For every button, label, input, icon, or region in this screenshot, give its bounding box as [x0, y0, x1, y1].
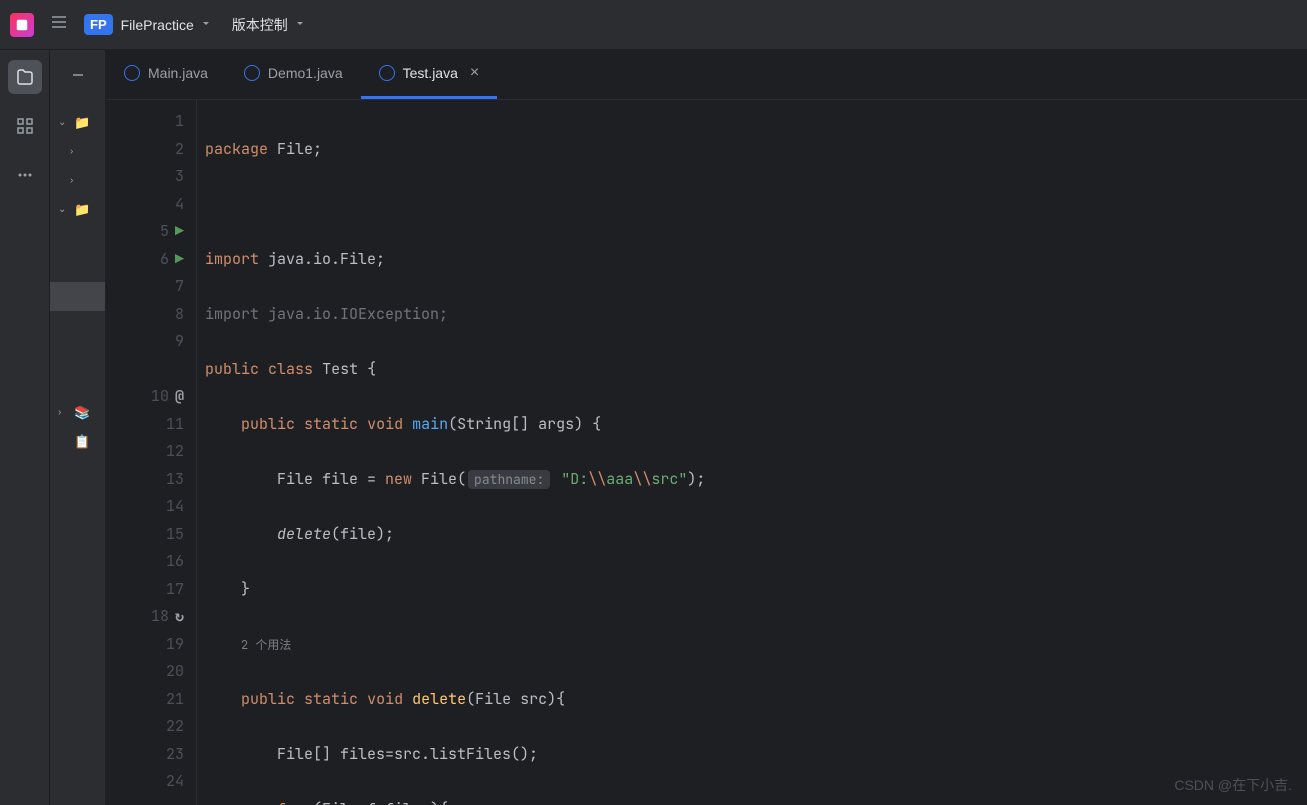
chevron-down-icon[interactable] — [200, 16, 212, 34]
editor-area: Main.java Demo1.java Test.java × 1 2 3 4… — [106, 50, 1307, 805]
tree-item[interactable]: ⌄📁 — [50, 108, 105, 137]
left-tool-rail — [0, 50, 50, 805]
panel-collapse-button[interactable] — [50, 50, 105, 100]
project-tool-button[interactable] — [8, 60, 42, 94]
tab-label: Test.java — [403, 65, 458, 81]
code-editor[interactable]: 1 2 3 4 5▶ 6▶ 7 8 9 10@ 11 12 13 14 15 1… — [106, 100, 1307, 805]
recursive-icon[interactable]: ↻ — [175, 603, 184, 631]
java-class-icon — [379, 65, 395, 81]
titlebar: FP FilePractice 版本控制 — [0, 0, 1307, 50]
tree-item[interactable]: › — [50, 137, 105, 166]
project-panel: ⌄📁 › › ⌄📁 ›📚 📋 — [50, 50, 106, 805]
more-tool-button[interactable] — [8, 158, 42, 192]
run-icon[interactable]: ▶ — [175, 218, 184, 246]
project-name[interactable]: FilePractice — [121, 17, 194, 33]
editor-tabs: Main.java Demo1.java Test.java × — [106, 50, 1307, 100]
tab-label: Demo1.java — [268, 65, 343, 81]
annotation-icon[interactable]: @ — [175, 383, 184, 411]
chevron-down-icon[interactable] — [294, 16, 306, 34]
tab-demo1-java[interactable]: Demo1.java — [226, 50, 361, 99]
tree-item[interactable]: ›📚 — [50, 398, 105, 427]
app-icon[interactable] — [10, 13, 34, 37]
java-class-icon — [244, 65, 260, 81]
watermark: CSDN @在下小吉. — [1174, 775, 1292, 795]
tab-label: Main.java — [148, 65, 208, 81]
tab-main-java[interactable]: Main.java — [106, 50, 226, 99]
tree-item[interactable]: 📋 — [50, 427, 105, 456]
version-control-menu[interactable]: 版本控制 — [232, 15, 288, 35]
gutter: 1 2 3 4 5▶ 6▶ 7 8 9 10@ 11 12 13 14 15 1… — [106, 100, 196, 805]
param-hint: pathname: — [468, 470, 550, 489]
close-icon[interactable]: × — [470, 64, 479, 82]
tab-test-java[interactable]: Test.java × — [361, 50, 498, 99]
run-icon[interactable]: ▶ — [175, 246, 184, 274]
project-badge[interactable]: FP — [84, 14, 113, 35]
structure-tool-button[interactable] — [8, 109, 42, 143]
main-menu-button[interactable] — [49, 12, 69, 37]
tree-spacer — [50, 311, 105, 398]
tree-item[interactable]: › — [50, 166, 105, 195]
tree-item-selected[interactable] — [50, 282, 105, 311]
java-class-icon — [124, 65, 140, 81]
tree-item[interactable]: ⌄📁 — [50, 195, 105, 224]
code-content[interactable]: package File; import java.io.File; impor… — [196, 100, 1307, 805]
usage-hint[interactable]: 2 个用法 — [241, 637, 291, 653]
tree-item[interactable] — [50, 224, 105, 282]
